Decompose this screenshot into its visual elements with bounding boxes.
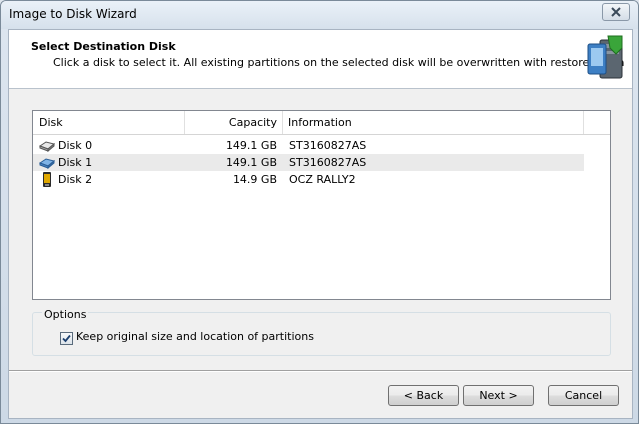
hard-disk-icon	[39, 141, 55, 153]
page-subtitle: Click a disk to select it. All existing …	[53, 56, 625, 69]
disk-name: Disk 0	[58, 139, 93, 152]
usb-drive-icon	[43, 172, 51, 187]
disk-row[interactable]: Disk 2 14.9 GB OCZ RALLY2	[33, 171, 584, 188]
computer-restore-icon	[587, 35, 623, 79]
hard-disk-blue-icon	[39, 158, 55, 170]
keep-partitions-label[interactable]: Keep original size and location of parti…	[76, 330, 314, 343]
options-group: Options Keep original size and location …	[32, 308, 611, 356]
checkmark-icon	[62, 334, 71, 343]
disk-row[interactable]: Disk 0 149.1 GB ST3160827AS	[33, 137, 584, 154]
title-bar[interactable]: Image to Disk Wizard	[1, 1, 638, 29]
options-label: Options	[42, 308, 89, 321]
disk-capacity: 149.1 GB	[225, 156, 277, 169]
disk-capacity: 149.1 GB	[225, 139, 277, 152]
disk-list[interactable]: Disk Capacity Information Disk 0 149.1 G…	[32, 110, 611, 300]
column-header-capacity[interactable]: Capacity	[185, 111, 283, 134]
disk-row[interactable]: Disk 1 149.1 GB ST3160827AS	[33, 154, 584, 171]
close-icon	[611, 7, 621, 17]
disk-list-header: Disk Capacity Information	[33, 111, 610, 135]
close-button[interactable]	[602, 3, 630, 21]
back-button[interactable]: < Back	[388, 385, 459, 406]
window-title: Image to Disk Wizard	[9, 7, 137, 21]
column-header-information[interactable]: Information	[283, 111, 584, 134]
wizard-header: Select Destination Disk Click a disk to …	[9, 30, 632, 89]
page-title: Select Destination Disk	[31, 40, 176, 53]
disk-name: Disk 1	[58, 156, 93, 169]
disk-capacity: 14.9 GB	[232, 173, 277, 186]
cancel-button[interactable]: Cancel	[548, 385, 619, 406]
wizard-client-area: Select Destination Disk Click a disk to …	[8, 29, 633, 419]
button-divider	[9, 370, 632, 372]
disk-information: ST3160827AS	[289, 156, 367, 169]
keep-partitions-checkbox[interactable]	[60, 332, 73, 345]
disk-information: OCZ RALLY2	[289, 173, 356, 186]
disk-name: Disk 2	[58, 173, 93, 186]
disk-information: ST3160827AS	[289, 139, 367, 152]
wizard-window: Image to Disk Wizard Select Destination …	[0, 0, 639, 424]
next-button[interactable]: Next >	[463, 385, 534, 406]
column-header-disk[interactable]: Disk	[33, 111, 185, 134]
